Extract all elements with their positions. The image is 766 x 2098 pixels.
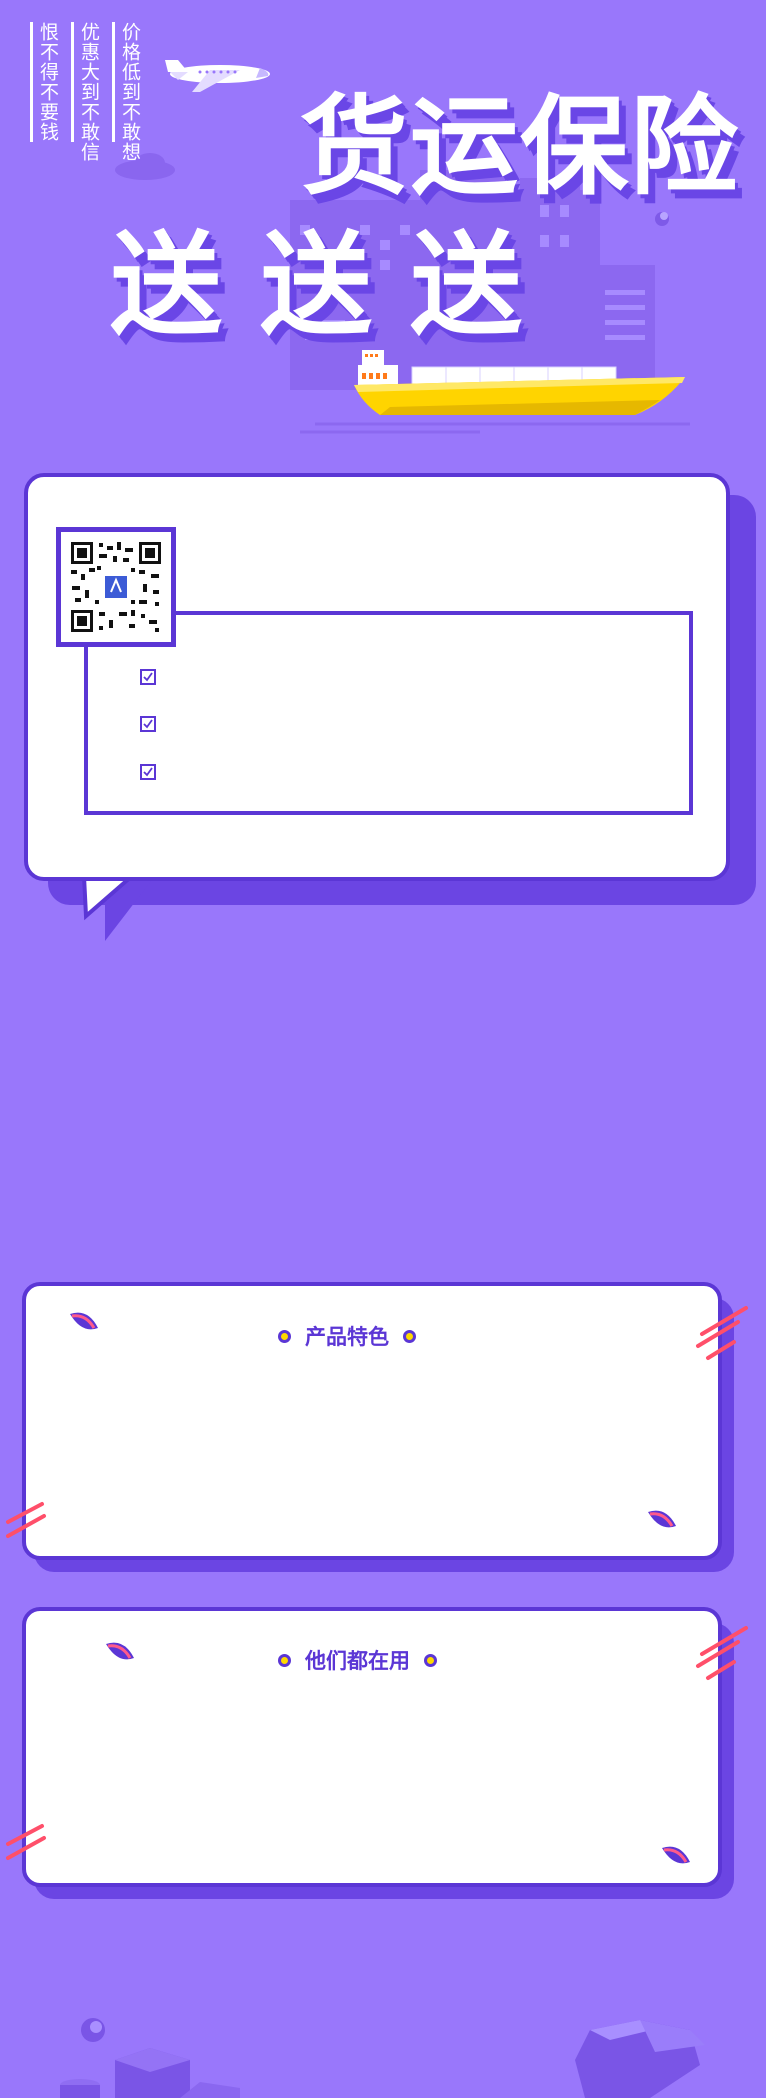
features-section-title: 产品特色 [305, 1325, 389, 1349]
checkbox-icon [140, 764, 156, 780]
page-subtitle: 送送送 [110, 221, 560, 351]
slogan-1: 价格低到不敢想 [112, 22, 141, 162]
bottom-decoration [60, 2018, 705, 2098]
title-dot-icon [403, 1329, 416, 1343]
leaf-icon [662, 1846, 690, 1864]
stripes-decoration [6, 1502, 46, 1538]
slogan-3: 恨不得不要钱 [30, 22, 59, 162]
airplane-icon [165, 60, 270, 92]
clients-section-header: 他们都在用 [278, 1645, 437, 1675]
leaf-icon [106, 1642, 134, 1660]
cargo-ship-icon [354, 350, 685, 415]
stripes-decoration [696, 1306, 748, 1360]
title-dot-icon [278, 1653, 291, 1667]
clients-section-title: 他们都在用 [305, 1649, 410, 1673]
speech-bubble-tail [81, 876, 155, 941]
stripes-decoration [6, 1824, 46, 1860]
stripes-decoration [696, 1626, 748, 1680]
leaf-icon [648, 1510, 676, 1528]
leaf-icon [70, 1312, 98, 1330]
slogan-columns: 价格低到不敢想 优惠大到不敢信 恨不得不要钱 [30, 22, 141, 162]
checkbox-icon [140, 669, 156, 685]
qr-code-frame[interactable] [56, 527, 176, 647]
page-title: 货运保险 [300, 85, 741, 210]
checkbox-icon [140, 716, 156, 732]
slogan-2: 优惠大到不敢信 [71, 22, 100, 162]
title-dot-icon [424, 1653, 437, 1667]
title-dot-icon [278, 1329, 291, 1343]
features-section-header: 产品特色 [278, 1321, 416, 1351]
qr-code-icon [69, 540, 163, 634]
